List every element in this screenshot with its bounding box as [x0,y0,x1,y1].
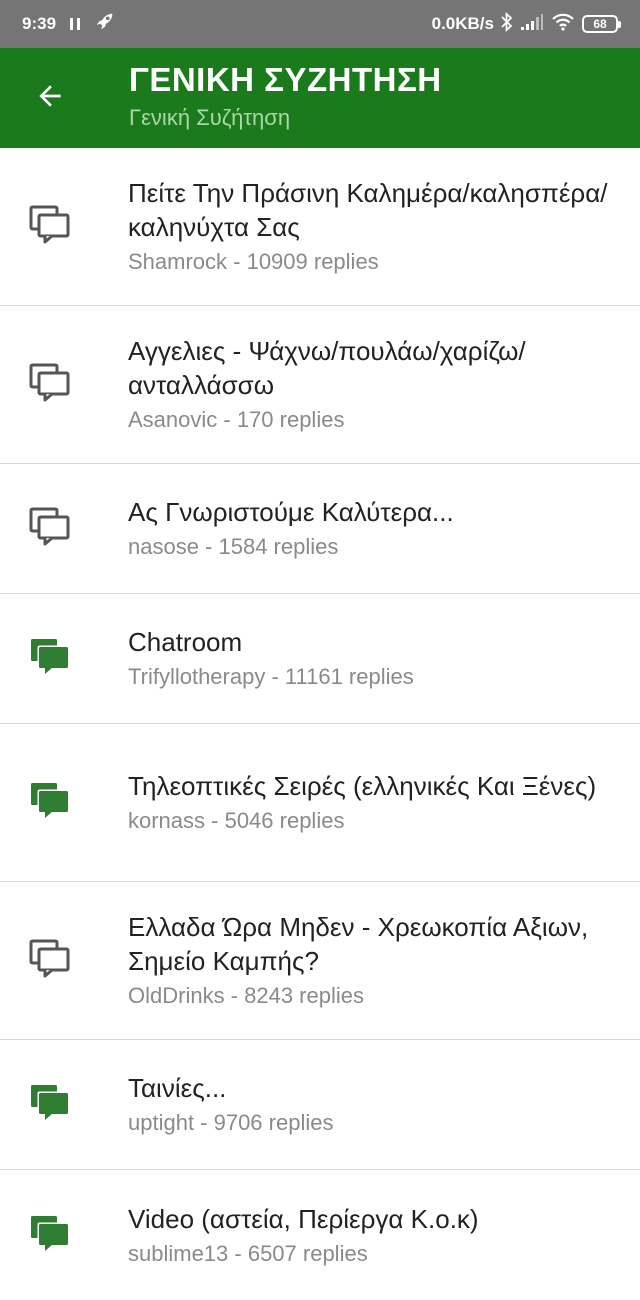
topic-item[interactable]: Αγγελιες - Ψάχνω/πουλάω/χαρίζω/ανταλλάσσ… [0,306,640,464]
topic-item[interactable]: Τηλεοπτικές Σειρές (ελληνικές Και Ξένες)… [0,724,640,882]
topic-item[interactable]: Πείτε Την Πράσινη Καλημέρα/καλησπέρα/καλ… [0,148,640,306]
wifi-icon [551,13,575,36]
topic-meta: nasose - 1584 replies [128,534,339,559]
topic-item[interactable]: Chatroom Trifyllotherapy - 11161 replies [0,594,640,724]
topic-item[interactable]: Video (αστεία, Περίεργα Κ.ο.κ) sublime13… [0,1170,640,1300]
topic-title: Τηλεοπτικές Σειρές (ελληνικές Και Ξένες) [128,771,597,801]
status-bar: 9:39 0.0KB/s 68 [0,0,640,48]
battery-level: 68 [593,17,607,31]
topic-item[interactable]: Ελλαδα Ώρα Μηδεν - Χρεωκοπία Αξιων, Σημε… [0,882,640,1040]
topic-title: Ας Γνωριστούμε Καλύτερα... [128,497,454,527]
topic-list: Πείτε Την Πράσινη Καλημέρα/καλησπέρα/καλ… [0,148,640,1300]
battery-icon: 68 [582,15,621,33]
arrow-back-icon [34,80,66,117]
topic-title: Ελλαδα Ώρα Μηδεν - Χρεωκοπία Αξιων, Σημε… [128,912,589,976]
topic-title: Ταινίες... [128,1073,227,1103]
page-subtitle: Γενική Συζήτηση [129,105,291,130]
topic-meta: OldDrinks - 8243 replies [128,983,364,1008]
topic-meta: Asanovic - 170 replies [128,407,345,432]
topic-title: Πείτε Την Πράσινη Καλημέρα/καλησπέρα/καλ… [128,178,608,242]
back-button[interactable] [0,48,100,148]
rocket-icon [94,11,116,38]
signal-icon [520,13,544,36]
status-time: 9:39 [22,14,57,33]
topic-meta: Shamrock - 10909 replies [128,249,379,274]
app-bar: ΓΕΝΙΚΗ ΣΥΖΗΤΗΣΗ Γενική Συζήτηση [0,48,640,148]
topic-title: Video (αστεία, Περίεργα Κ.ο.κ) [128,1203,479,1234]
topic-meta: sublime13 - 6507 replies [128,1240,368,1266]
chat-filled-icon [28,1082,72,1127]
pause-icon [70,18,81,30]
chat-filled-icon [28,636,72,681]
chat-outline-icon [28,938,72,983]
network-speed: 0.0KB/s [431,14,494,33]
page-title: ΓΕΝΙΚΗ ΣΥΖΗΤΗΣΗ [129,61,442,98]
chat-filled-icon [28,1213,72,1258]
chat-filled-icon [28,780,72,825]
topic-meta: Trifyllotherapy - 11161 replies [128,664,414,689]
topic-item[interactable]: Ας Γνωριστούμε Καλύτερα... nasose - 1584… [0,464,640,594]
topic-title: Chatroom [128,627,243,657]
chat-outline-icon [28,204,72,249]
topic-title: Αγγελιες - Ψάχνω/πουλάω/χαρίζω/ανταλλάσσ… [128,336,526,400]
bluetooth-icon [501,11,513,37]
topic-item[interactable]: Ταινίες... uptight - 9706 replies [0,1040,640,1170]
topic-meta: uptight - 9706 replies [128,1110,334,1135]
chat-outline-icon [28,362,72,407]
topic-meta: kornass - 5046 replies [128,808,345,833]
chat-outline-icon [28,506,72,551]
